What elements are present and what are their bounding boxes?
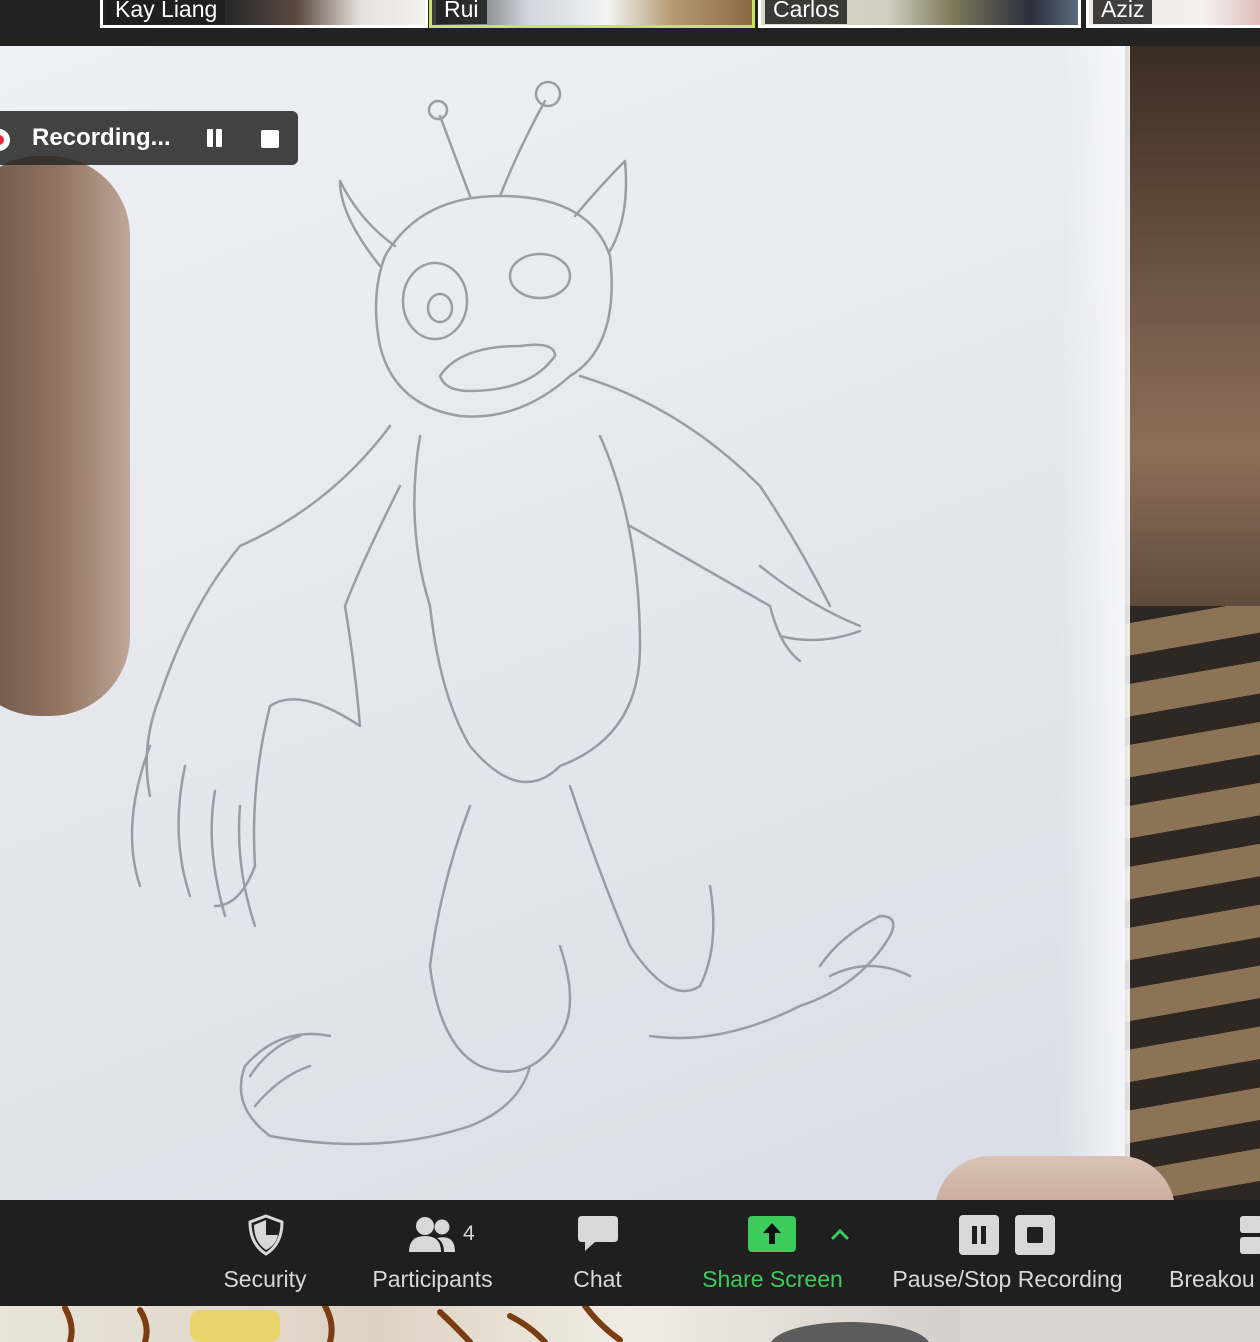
breakout-rooms-icon <box>1240 1216 1260 1254</box>
monster-sketch <box>130 80 912 1146</box>
pause-stop-recording-button[interactable]: Pause/Stop Recording <box>875 1200 1140 1306</box>
share-screen-icon <box>748 1216 796 1252</box>
participants-button[interactable]: 4 Participants <box>355 1200 510 1306</box>
main-video: Recording... <box>0 46 1260 1200</box>
bottom-video-content <box>62 1306 1260 1342</box>
participant-name: Aziz <box>1093 0 1153 24</box>
chevron-up-icon <box>831 1228 849 1240</box>
participant-thumbnail-carlos[interactable]: Carlos <box>758 0 1081 28</box>
participant-name: Carlos <box>765 0 848 24</box>
recording-status: Recording... <box>32 124 171 151</box>
record-dot-icon <box>0 129 10 151</box>
participants-count: 4 <box>463 1222 475 1245</box>
participant-thumbnail-aziz[interactable]: Aziz <box>1086 0 1260 28</box>
participants-label: Participants <box>372 1266 493 1292</box>
breakout-rooms-button[interactable]: Breakou <box>1160 1200 1260 1306</box>
bottom-video-strip <box>0 1306 1260 1342</box>
share-options-caret[interactable] <box>827 1200 853 1306</box>
chat-button[interactable]: Chat <box>555 1200 640 1306</box>
participant-thumbnail-rui[interactable]: Rui <box>429 0 755 28</box>
recording-indicator: Recording... <box>0 111 298 165</box>
security-button[interactable]: Security <box>205 1200 325 1306</box>
participant-name: Kay Liang <box>107 0 226 24</box>
shield-icon <box>248 1214 284 1256</box>
participant-thumbnail-kay-liang[interactable]: Kay Liang <box>100 0 428 28</box>
pause-recording-button[interactable] <box>203 127 225 149</box>
participant-name: Rui <box>436 0 487 24</box>
pause-stop-recording-label: Pause/Stop Recording <box>892 1266 1123 1292</box>
breakout-rooms-label: Breakou <box>1169 1266 1255 1292</box>
participant-strip: Kay Liang Rui Carlos Aziz <box>0 0 1260 46</box>
stop-recording-button[interactable] <box>261 130 279 148</box>
people-icon <box>409 1217 455 1252</box>
chat-label: Chat <box>573 1266 622 1292</box>
security-label: Security <box>223 1266 307 1292</box>
chat-bubble-icon <box>578 1216 618 1251</box>
meeting-toolbar: Security 4 Participants Chat Share Scree… <box>0 1200 1260 1306</box>
pause-stop-icon <box>959 1215 1055 1255</box>
